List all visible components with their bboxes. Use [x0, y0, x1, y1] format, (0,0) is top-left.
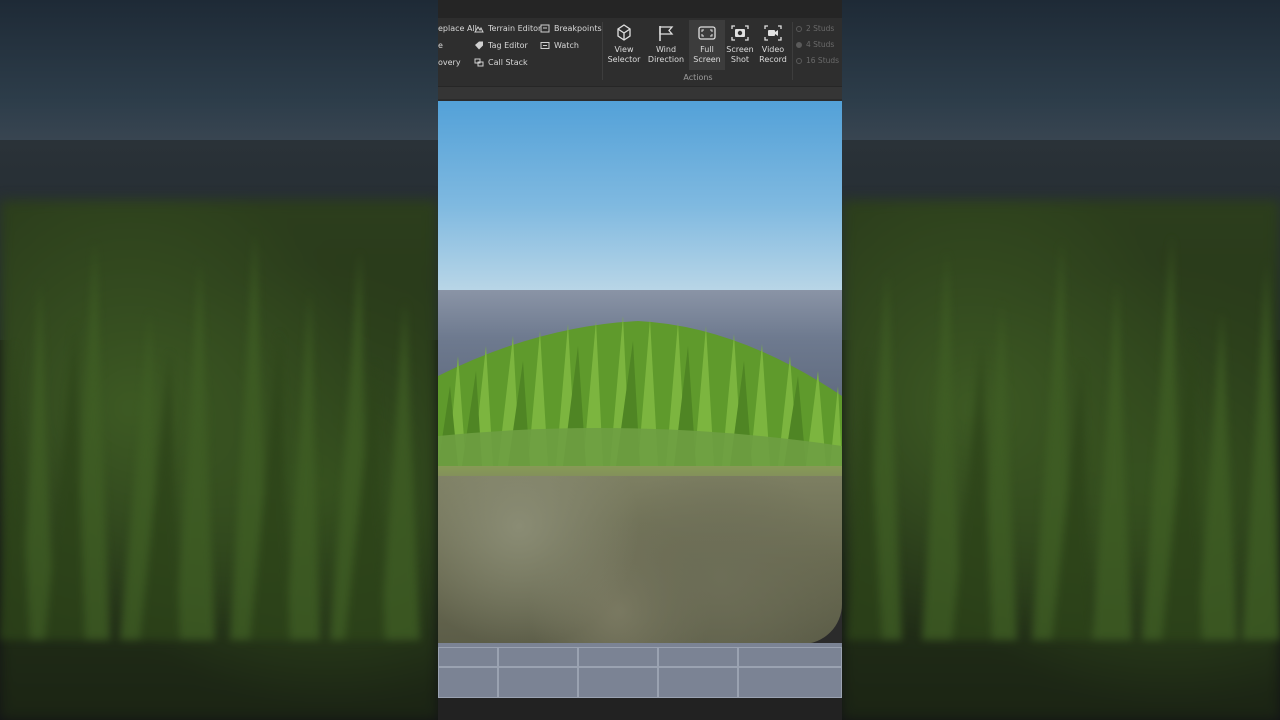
full-screen-icon: [698, 26, 716, 40]
backdrop-grass-blades: [0, 230, 420, 640]
blurred-backdrop-left: [0, 0, 438, 720]
actions-group-label: Actions: [683, 73, 713, 82]
full-screen-button[interactable]: Full Screen: [689, 20, 725, 70]
call-stack-item[interactable]: Call Stack: [474, 55, 528, 69]
wind-direction-icon: [659, 26, 674, 41]
backdrop-sky: [0, 0, 438, 145]
studio-ribbon: eplace All e overy Terrain Editor Tag Ed…: [438, 0, 842, 99]
studs-option-4[interactable]: 4 Studs: [796, 40, 834, 49]
video-record-label: Video Record: [759, 45, 787, 64]
replace-all-item[interactable]: eplace All: [438, 21, 477, 35]
tag-editor-item[interactable]: Tag Editor: [474, 38, 528, 52]
studs-option-2[interactable]: 2 Studs: [796, 24, 834, 33]
watch-icon: [540, 41, 550, 49]
soil-cliff: [438, 476, 842, 644]
screenshot-label: Screen Shot: [726, 45, 754, 64]
ribbon-tab-bar: [438, 0, 842, 18]
wind-direction-label: Wind Direction: [647, 45, 685, 64]
backdrop-grass-blades: [847, 235, 1280, 640]
partial-menu-item[interactable]: e: [438, 38, 443, 52]
view-selector-label: View Selector: [607, 45, 641, 64]
studio-viewport-panel: eplace All e overy Terrain Editor Tag Ed…: [438, 0, 842, 720]
video-record-button[interactable]: Video Record: [755, 20, 791, 70]
radio-selected-icon: [796, 41, 802, 48]
screenshot-button[interactable]: Screen Shot: [722, 20, 758, 70]
blurred-backdrop-right: [842, 0, 1280, 720]
ribbon-divider: [792, 22, 793, 80]
view-selector-button[interactable]: View Selector: [606, 20, 642, 70]
3d-viewport[interactable]: [438, 101, 842, 698]
radio-icon: [796, 25, 802, 32]
wind-direction-button[interactable]: Wind Direction: [646, 20, 686, 70]
studs-option-16[interactable]: 16 Studs: [796, 56, 839, 65]
video-record-icon: [764, 25, 782, 41]
screenshot-icon: [731, 25, 749, 41]
breakpoints-icon: [540, 24, 550, 32]
backdrop-sky: [842, 0, 1280, 145]
radio-icon: [796, 57, 802, 64]
full-screen-label: Full Screen: [693, 45, 721, 64]
bottom-bar: [438, 698, 842, 720]
watch-item[interactable]: Watch: [540, 38, 579, 52]
breakpoints-item[interactable]: Breakpoints: [540, 21, 602, 35]
callstack-icon: [474, 58, 484, 66]
terrain-editor-item[interactable]: Terrain Editor: [474, 21, 541, 35]
grass-mound: [438, 316, 842, 466]
terrain-icon: [474, 25, 484, 32]
tag-icon: [475, 41, 483, 49]
recovery-item[interactable]: overy: [438, 55, 461, 69]
baseplate-floor: [438, 643, 842, 698]
ribbon-bottom-strip: [438, 86, 842, 99]
ribbon-divider: [602, 22, 603, 80]
view-selector-icon: [617, 24, 631, 41]
scene-sky: [438, 101, 842, 291]
